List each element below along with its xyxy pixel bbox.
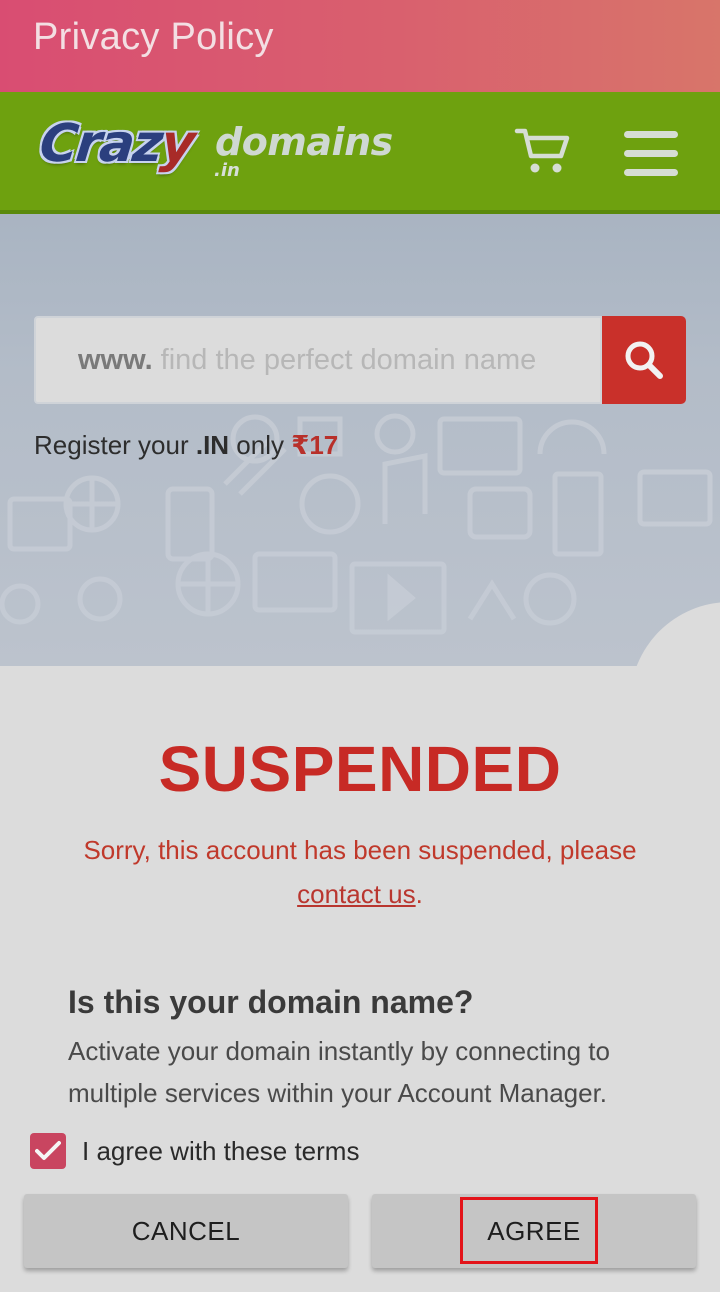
terms-checkbox[interactable] <box>30 1133 66 1169</box>
search-button[interactable] <box>602 316 686 404</box>
terms-label: I agree with these terms <box>82 1135 360 1166</box>
logo-tld-text: .in <box>214 160 240 181</box>
site-header: Crazy domains .in <box>0 92 720 214</box>
domain-search-input[interactable]: www. find the perfect domain name <box>34 316 602 404</box>
contact-link-suffix: . <box>415 879 423 909</box>
crazydomains-logo[interactable]: Crazy domains .in <box>36 114 400 194</box>
logo-crazy-text: Crazy <box>36 114 197 174</box>
menu-bar-middle <box>624 150 678 157</box>
suspended-title: SUSPENDED <box>158 733 562 805</box>
domain-question-heading: Is this your domain name? <box>68 984 474 1020</box>
promo-text: Register your .IN only ₹17 <box>34 430 338 461</box>
checkmark-icon <box>35 1141 61 1160</box>
shopping-cart-icon[interactable] <box>514 126 572 176</box>
menu-bar-top <box>624 131 678 138</box>
promo-middle: only <box>229 430 292 460</box>
suspended-message-text: Sorry, this account has been suspended, … <box>83 835 637 865</box>
agree-button[interactable]: AGREE <box>372 1194 696 1268</box>
logo-domains-text: domains <box>215 120 393 164</box>
terms-row[interactable]: I agree with these terms <box>30 1132 359 1170</box>
hero-banner: www. find the perfect domain name Regist… <box>0 214 720 666</box>
search-prefix: www. <box>78 343 153 376</box>
search-icon <box>625 341 663 379</box>
suspended-message: Sorry, this account has been suspended, … <box>40 828 680 916</box>
app-title: Privacy Policy <box>33 15 274 58</box>
promo-lead: Register your <box>34 430 196 460</box>
promo-price: ₹17 <box>291 430 339 460</box>
domain-description: Activate your domain instantly by connec… <box>68 1036 610 1108</box>
menu-bar-bottom <box>624 169 678 176</box>
contact-us-link[interactable]: contact us <box>297 879 416 909</box>
search-placeholder: find the perfect domain name <box>160 343 537 376</box>
hamburger-menu-icon[interactable] <box>624 129 680 177</box>
promo-tld: .IN <box>195 430 230 460</box>
app-bar: Privacy Policy <box>0 0 720 92</box>
cancel-button[interactable]: CANCEL <box>24 1194 348 1268</box>
